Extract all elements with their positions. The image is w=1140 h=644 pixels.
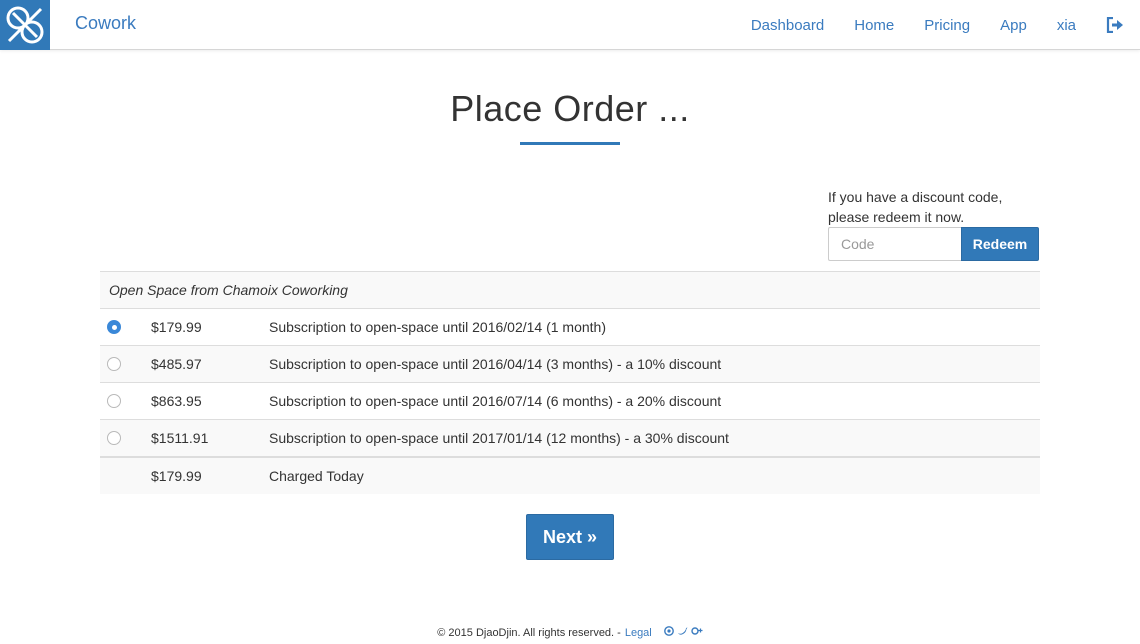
nav-home[interactable]: Home [854,17,894,34]
nav-menu: Dashboard Home Pricing App xia [751,0,1140,50]
google-plus-icon[interactable] [691,626,703,639]
order-option-radio[interactable] [107,394,121,408]
order-total-row: $179.99 Charged Today [100,457,1040,494]
order-table-header: Open Space from Chamoix Coworking [100,272,1040,309]
discount-prompt-line2: please redeem it now. [828,209,965,225]
discount-prompt-line1: If you have a discount code, [828,189,1003,205]
sign-out-icon[interactable] [1106,16,1124,34]
option-description: Subscription to open-space until 2016/04… [269,356,722,372]
cowork-logo-icon[interactable] [0,0,50,50]
nav-pricing[interactable]: Pricing [924,17,970,34]
nav-dashboard[interactable]: Dashboard [751,17,824,34]
brand-link[interactable]: Cowork [75,13,136,34]
page-title: Place Order ... [450,88,690,129]
social-links [663,626,703,639]
discount-prompt: If you have a discount code, please rede… [828,187,1048,227]
title-underline [520,142,620,145]
nav-user[interactable]: xia [1057,17,1076,34]
next-button[interactable]: Next » [526,514,614,560]
github-icon[interactable] [663,626,674,639]
footer: © 2015 DjaoDjin. All rights reserved. - … [0,626,1140,639]
footer-legal-link[interactable]: Legal [625,627,652,639]
footer-copyright: © 2015 DjaoDjin. All rights reserved. - [437,626,621,639]
redeem-button[interactable]: Redeem [961,227,1039,261]
total-price: $179.99 [151,468,202,484]
discount-code-input[interactable] [828,227,962,261]
option-price: $1511.91 [151,430,209,446]
option-description: Subscription to open-space until 2017/01… [269,430,729,446]
order-option-row[interactable]: $179.99 Subscription to open-space until… [100,309,1040,346]
nav-app[interactable]: App [1000,17,1027,34]
option-description: Subscription to open-space until 2016/02… [269,319,606,335]
order-table: Open Space from Chamoix Coworking $179.9… [100,271,1040,494]
twitter-icon[interactable] [677,626,688,639]
order-option-radio[interactable] [107,431,121,445]
total-label: Charged Today [269,468,364,484]
order-option-radio[interactable] [107,357,121,371]
order-option-radio[interactable] [107,320,121,334]
option-price: $485.97 [151,356,202,372]
navbar: Cowork Dashboard Home Pricing App xia [0,0,1140,50]
order-option-row[interactable]: $485.97 Subscription to open-space until… [100,346,1040,383]
order-option-row[interactable]: $863.95 Subscription to open-space until… [100,383,1040,420]
option-price: $863.95 [151,393,202,409]
order-option-row[interactable]: $1511.91 Subscription to open-space unti… [100,420,1040,457]
option-description: Subscription to open-space until 2016/07… [269,393,722,409]
option-price: $179.99 [151,319,202,335]
